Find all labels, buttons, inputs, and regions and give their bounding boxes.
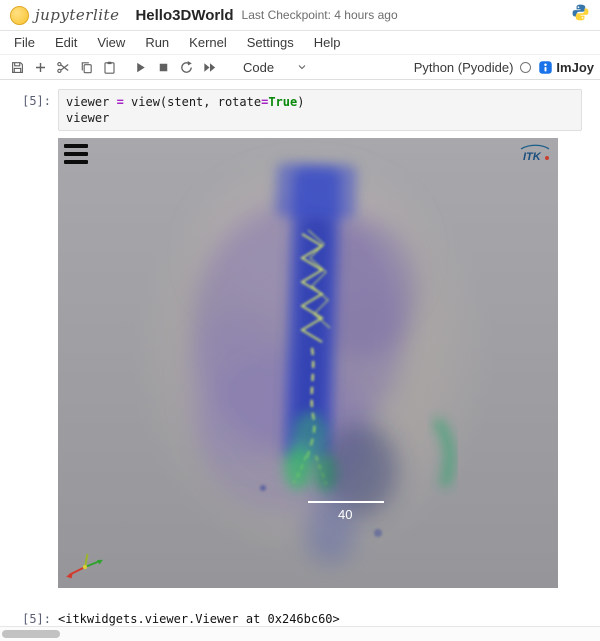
toolbar-right: Python (Pyodide) ImJoy: [414, 60, 594, 75]
notebook-toolbar: Code Python (Pyodide) ImJoy: [0, 55, 600, 80]
checkpoint-status: Last Checkpoint: 4 hours ago: [242, 8, 398, 22]
jupyterlite-app: jupyterlite Hello3DWorld Last Checkpoint…: [0, 0, 600, 641]
cell-type-dropdown[interactable]: Code: [235, 58, 316, 77]
menu-kernel[interactable]: Kernel: [179, 32, 237, 53]
paste-icon: [102, 60, 117, 75]
code-cell: [5]: viewer = view(stent, rotate=True) v…: [0, 89, 600, 131]
menu-settings[interactable]: Settings: [237, 32, 304, 53]
imjoy-label: ImJoy: [556, 60, 594, 75]
python-logo-icon: [571, 3, 590, 27]
save-icon: [10, 60, 25, 75]
menu-help[interactable]: Help: [304, 32, 351, 53]
itk-logo-text: ITK: [523, 151, 542, 163]
menu-edit[interactable]: Edit: [45, 32, 87, 53]
fast-forward-icon: [202, 60, 217, 75]
menu-run[interactable]: Run: [135, 32, 179, 53]
kernel-name[interactable]: Python (Pyodide): [414, 60, 514, 75]
output-prompt: [5]:: [0, 607, 58, 626]
paste-button[interactable]: [98, 57, 120, 78]
menubar: File Edit View Run Kernel Settings Help: [0, 31, 600, 55]
code-line-2: viewer: [66, 110, 574, 126]
kernel-status-icon[interactable]: [520, 62, 531, 73]
cell-type-value: Code: [243, 60, 274, 75]
jupyterlite-wordmark: jupyterlite: [35, 6, 119, 24]
imjoy-button[interactable]: ImJoy: [538, 60, 594, 75]
jupyterlite-logo-icon: [10, 6, 29, 25]
notebook-area: [5]: viewer = view(stent, rotate=True) v…: [0, 80, 600, 626]
play-icon: [133, 60, 148, 75]
horizontal-scrollbar[interactable]: [0, 626, 600, 641]
run-all-button[interactable]: [198, 57, 220, 78]
output-widget-cell: 40 ITK: [0, 138, 600, 588]
orientation-axes-icon: [64, 550, 106, 584]
save-button[interactable]: [6, 57, 28, 78]
stop-icon: [156, 60, 171, 75]
output-widget-prompt: [0, 138, 58, 143]
scrollbar-thumb[interactable]: [2, 630, 60, 638]
code-editor[interactable]: viewer = view(stent, rotate=True) viewer: [58, 89, 582, 131]
cut-button[interactable]: [52, 57, 74, 78]
menu-view[interactable]: View: [87, 32, 135, 53]
chevron-down-icon: [296, 61, 308, 73]
hamburger-icon: [64, 144, 88, 148]
scissors-icon: [56, 60, 71, 75]
header: jupyterlite Hello3DWorld Last Checkpoint…: [0, 0, 600, 31]
run-button[interactable]: [129, 57, 151, 78]
itk-logo: ITK: [518, 142, 552, 166]
scale-bar-label: 40: [338, 507, 352, 522]
refresh-icon: [179, 60, 194, 75]
itk-3d-viewer[interactable]: 40 ITK: [58, 138, 558, 588]
input-prompt: [5]:: [0, 89, 58, 108]
code-line-1: viewer = view(stent, rotate=True): [66, 94, 574, 110]
volume-render[interactable]: 40: [58, 138, 558, 588]
copy-button[interactable]: [75, 57, 97, 78]
viewer-menu-button[interactable]: [64, 144, 88, 164]
stop-button[interactable]: [152, 57, 174, 78]
menu-file[interactable]: File: [4, 32, 45, 53]
output-repr-text: <itkwidgets.viewer.Viewer at 0x246bc60>: [58, 607, 340, 626]
notebook-title[interactable]: Hello3DWorld: [135, 7, 233, 24]
add-cell-button[interactable]: [29, 57, 51, 78]
restart-kernel-button[interactable]: [175, 57, 197, 78]
imjoy-icon: [538, 60, 553, 75]
copy-icon: [79, 60, 94, 75]
output-text-cell: [5]: <itkwidgets.viewer.Viewer at 0x246b…: [0, 607, 600, 626]
plus-icon: [33, 60, 48, 75]
